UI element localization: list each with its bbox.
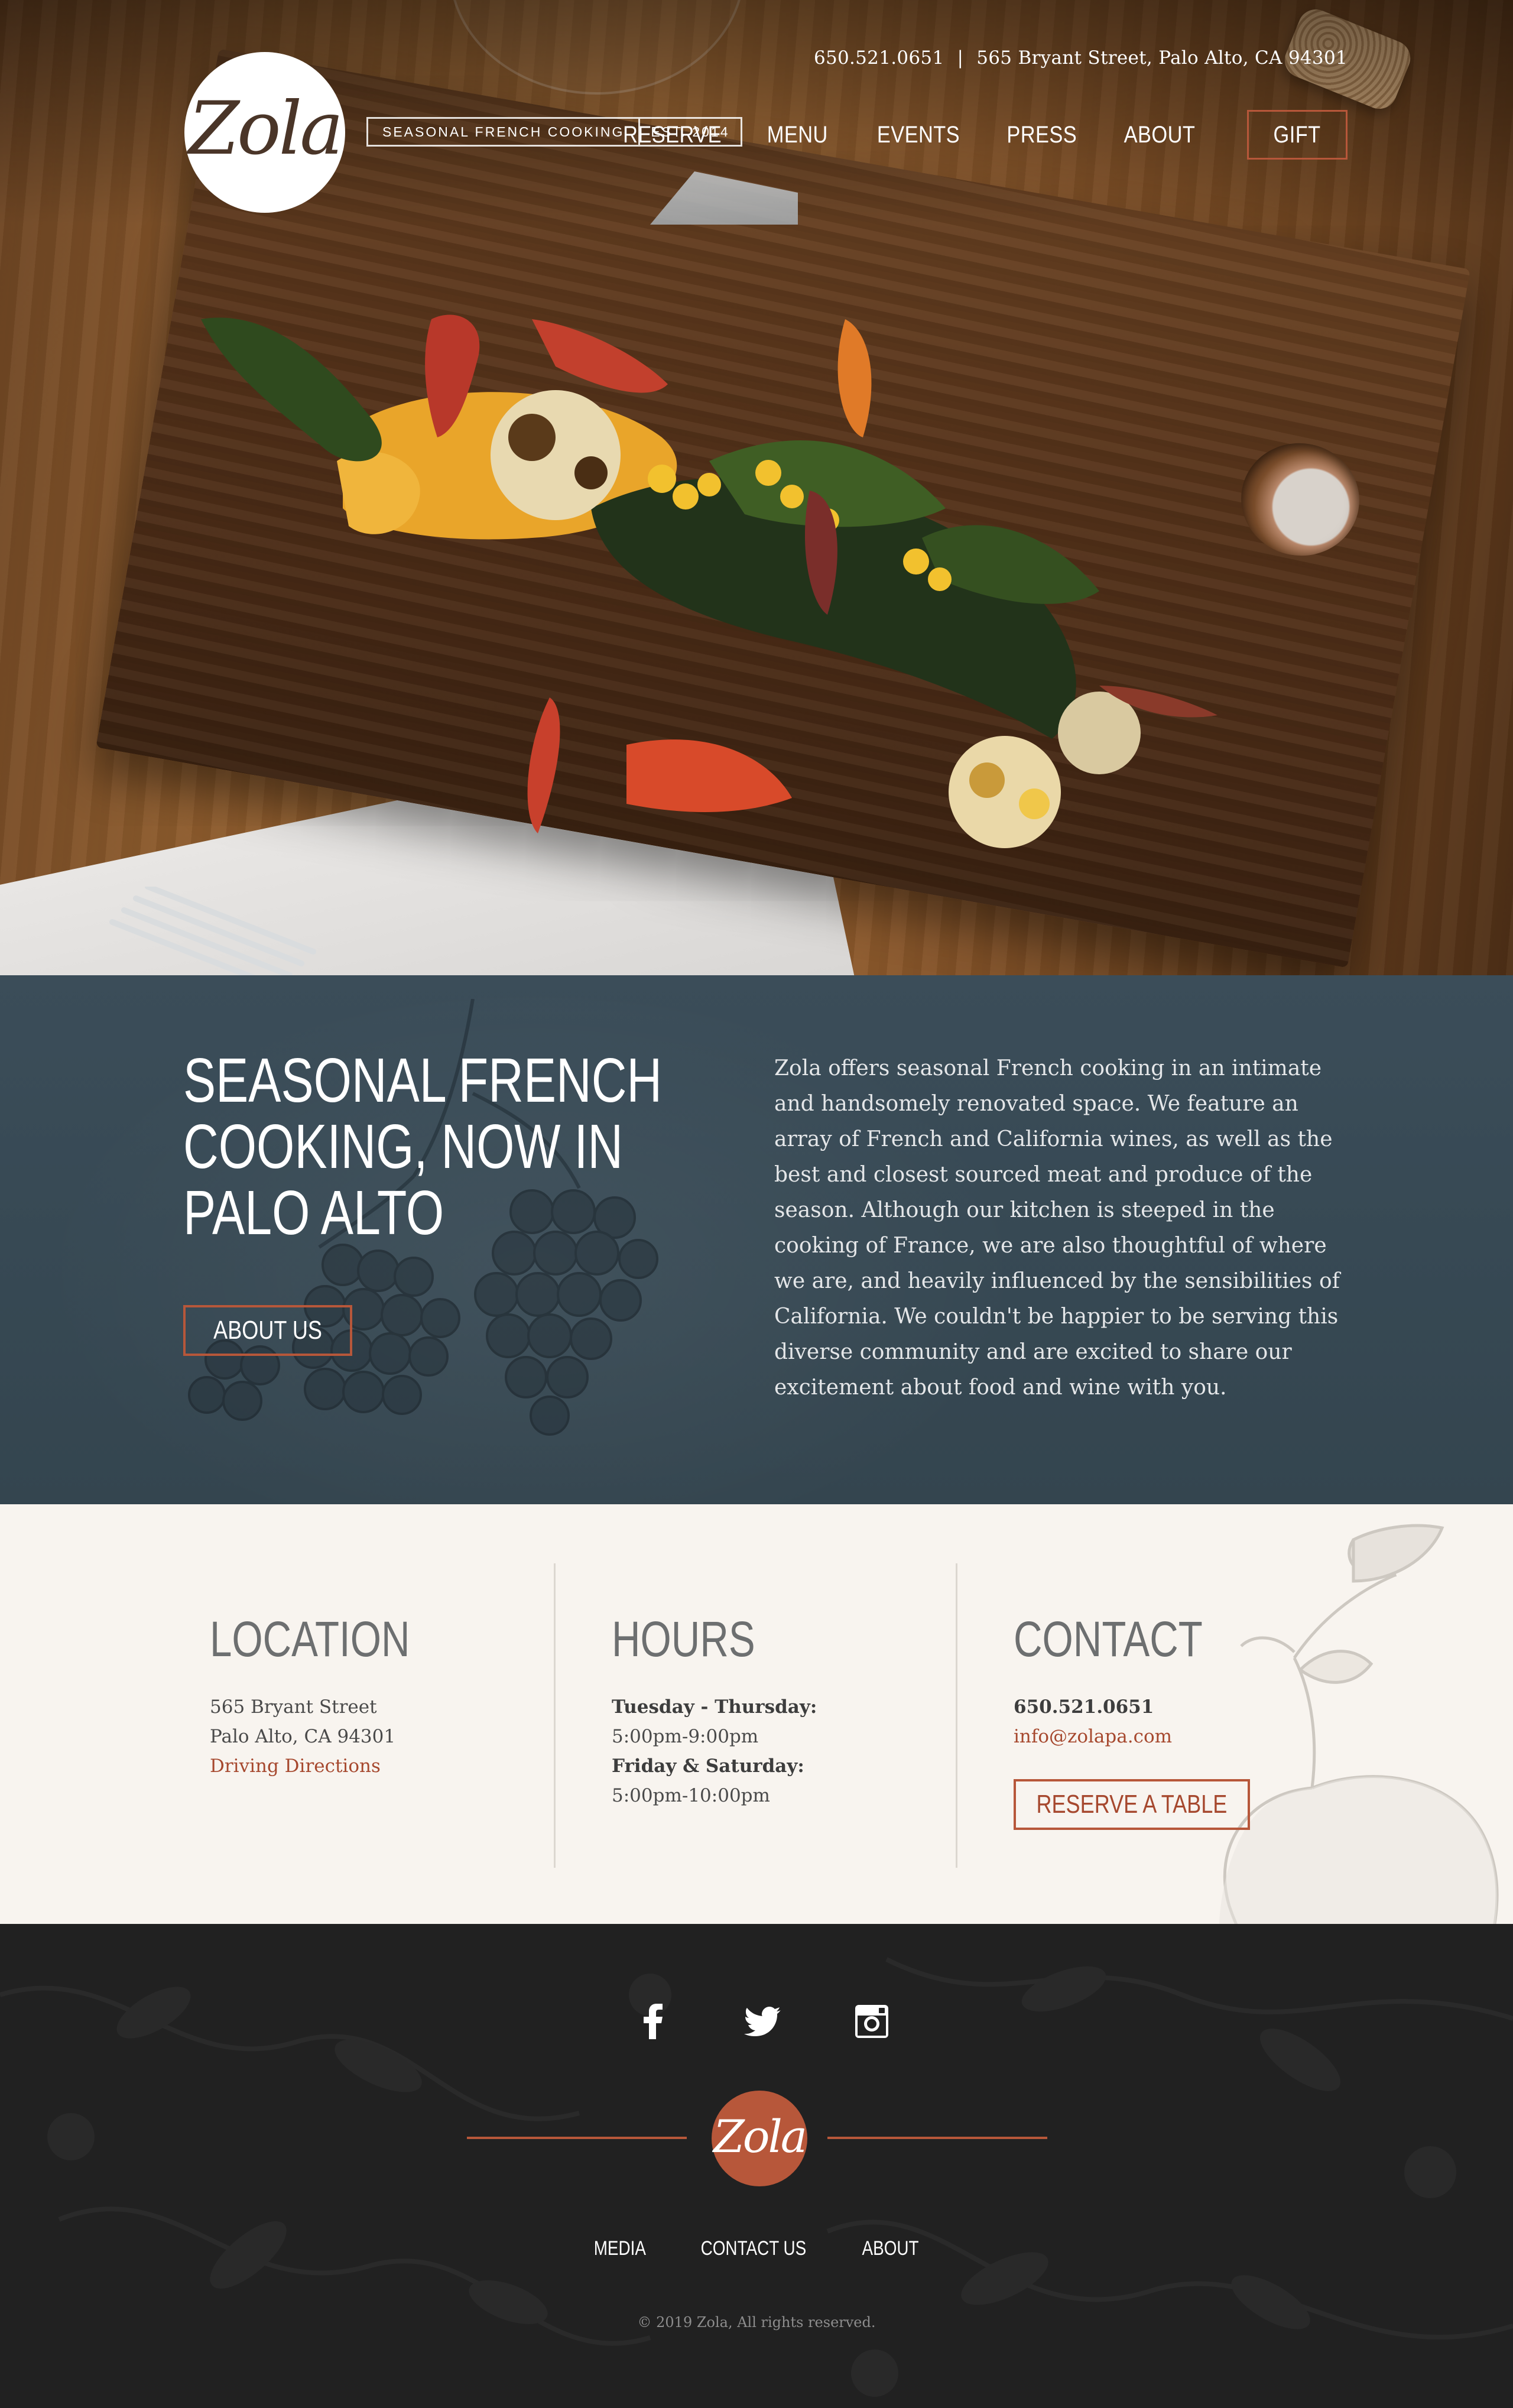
footer-logo[interactable]: Zola: [712, 2091, 807, 2186]
footer-link-about[interactable]: ABOUT: [862, 2237, 919, 2260]
copyright: © 2019 Zola, All rights reserved.: [637, 2314, 876, 2331]
about-description: Zola offers seasonal French cooking in a…: [774, 1056, 1340, 1400]
gift-button[interactable]: GIFT: [1247, 110, 1348, 160]
nav-events[interactable]: EVENTS: [876, 122, 959, 148]
instagram-icon[interactable]: [845, 1995, 898, 2048]
logo-text: Zola: [188, 86, 343, 171]
social-links: [626, 1995, 898, 2054]
footer-divider-left: [467, 2137, 687, 2139]
header-contact-bar: 650.521.0651 | 565 Bryant Street, Palo Alt…: [814, 47, 1348, 69]
dish-image: [201, 314, 1217, 848]
contact-email-link[interactable]: info@zolapa.com: [1014, 1722, 1368, 1751]
header-separator: |: [957, 47, 964, 69]
contact-column: CONTACT 650.521.0651 info@zolapa.com RES…: [0, 1504, 1418, 1924]
contact-details: 650.521.0651 info@zolapa.com: [1014, 1692, 1368, 1751]
main-nav: RESERVE MENU EVENTS PRESS ABOUT GIFT: [572, 110, 1348, 160]
about-us-button-label: ABOUT US: [213, 1316, 322, 1345]
about-us-button[interactable]: ABOUT US: [183, 1305, 352, 1356]
nav-menu[interactable]: MENU: [767, 122, 828, 148]
nav-about[interactable]: ABOUT: [1124, 122, 1195, 148]
reserve-table-button-label: RESERVE A TABLE: [1036, 1790, 1228, 1819]
twitter-icon[interactable]: [736, 1995, 789, 2048]
about-section: SEASONAL FRENCH COOKING, NOW IN PALO ALT…: [0, 975, 1513, 1504]
footer: Zola MEDIA CONTACT US ABOUT © 2019 Zola,…: [0, 1924, 1513, 2408]
info-section: LOCATION 565 Bryant Street Palo Alto, CA…: [0, 1504, 1513, 1924]
footer-link-media[interactable]: MEDIA: [593, 2237, 645, 2260]
facebook-icon[interactable]: [626, 1995, 680, 2048]
footer-link-contact-us[interactable]: CONTACT US: [701, 2237, 807, 2260]
header-phone[interactable]: 650.521.0651: [814, 47, 944, 69]
contact-phone[interactable]: 650.521.0651: [1014, 1696, 1154, 1718]
footer-links: MEDIA CONTACT US ABOUT: [0, 2237, 1513, 2260]
about-title: SEASONAL FRENCH COOKING, NOW IN PALO ALT…: [183, 1046, 663, 1248]
nav-reserve[interactable]: RESERVE: [623, 122, 722, 148]
hero-section: 650.521.0651 | 565 Bryant Street, Palo Alt…: [0, 0, 1513, 975]
footer-logo-text: Zola: [713, 2110, 807, 2163]
header-address[interactable]: 565 Bryant Street, Palo Alto, CA 94301: [976, 47, 1348, 69]
contact-heading: CONTACT: [1014, 1611, 1203, 1667]
gift-button-label: GIFT: [1273, 121, 1322, 148]
footer-divider-right: [827, 2137, 1047, 2139]
nav-press[interactable]: PRESS: [1006, 122, 1077, 148]
logo[interactable]: Zola: [184, 52, 345, 213]
reserve-table-button[interactable]: RESERVE A TABLE: [1014, 1779, 1250, 1830]
